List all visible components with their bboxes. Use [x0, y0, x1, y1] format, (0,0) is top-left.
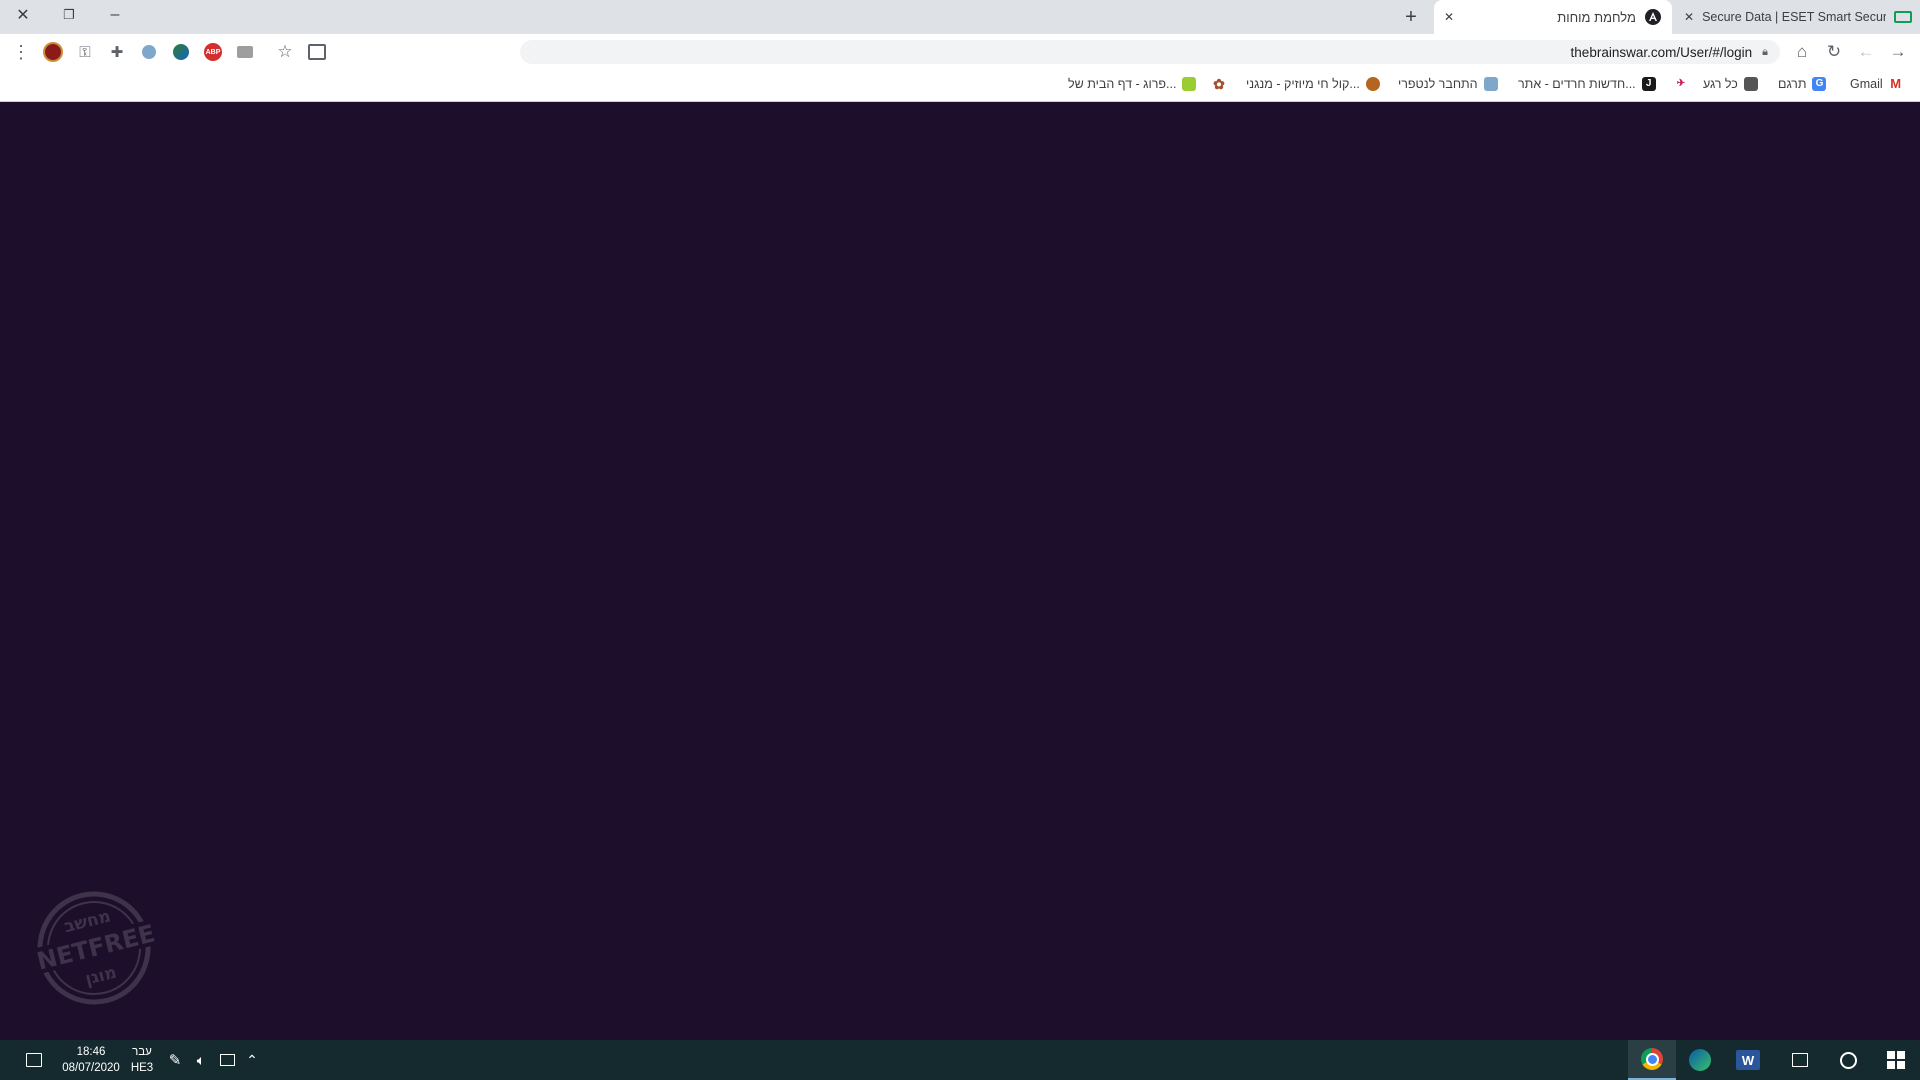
bookmark-kol-rega[interactable]: כל רגע — [1703, 74, 1758, 94]
puzzle-icon[interactable]: ✚ — [105, 40, 129, 64]
start-windows-icon[interactable] — [1872, 1040, 1920, 1080]
bookmark-label: חדשות חרדים - אתר... — [1518, 77, 1636, 91]
lang-top: עבר — [132, 1046, 152, 1058]
pen-icon[interactable]: ✎ — [162, 1040, 188, 1080]
reload-icon[interactable]: ↻ — [1822, 40, 1846, 64]
music-icon — [1365, 77, 1380, 91]
restore-icon: ❐ — [63, 7, 75, 22]
notification-center-icon[interactable] — [14, 1040, 54, 1080]
news-icon — [1743, 77, 1758, 91]
bookmark-label: Gmail — [1850, 77, 1883, 91]
image-extension-icon[interactable] — [233, 40, 257, 64]
forward-icon[interactable]: → — [1886, 40, 1910, 64]
minimize-icon: – — [110, 6, 120, 23]
restore-window-button[interactable]: ❐ — [46, 0, 92, 30]
chevron-up-icon[interactable]: ⌃ — [240, 1040, 264, 1080]
word-icon: W — [1736, 1050, 1760, 1070]
extension-avatar-icon[interactable] — [41, 40, 65, 64]
bookmark-netfree-login[interactable]: התחבר לנטפרי — [1398, 74, 1498, 94]
network-icon[interactable] — [214, 1040, 240, 1080]
key-icon[interactable]: ⚿ — [73, 40, 97, 64]
new-tab-button[interactable]: + — [1396, 0, 1426, 34]
home-icon[interactable]: ⌂ — [1790, 40, 1814, 64]
plus-icon: + — [1405, 5, 1417, 28]
edge-icon — [1689, 1049, 1711, 1071]
bookmark-jdn[interactable]: חדשות חרדים - אתר... J — [1518, 74, 1656, 94]
lock-icon: 🔒︎ — [1762, 45, 1768, 58]
taskbar-edge[interactable] — [1676, 1040, 1724, 1080]
battery-icon — [1894, 11, 1912, 23]
bookmark-logo-icon: ✈ — [1676, 78, 1686, 89]
volume-icon[interactable]: 🔈︎ — [188, 1040, 214, 1080]
language-indicator[interactable]: עבר HE3 — [126, 1040, 158, 1080]
taskbar-word[interactable]: W — [1724, 1040, 1772, 1080]
tab-eset[interactable]: ✕ Secure Data | ESET Smart Securit — [1676, 0, 1920, 34]
lang-bottom: HE3 — [130, 1062, 154, 1074]
cast-icon[interactable] — [305, 40, 329, 64]
url-text[interactable]: thebrainswar.com/User/#/login — [1571, 45, 1753, 60]
taskbar-chrome[interactable] — [1628, 1040, 1676, 1080]
menu-kebab-icon[interactable]: ⋮ — [9, 40, 33, 64]
chrome-icon — [1641, 1048, 1663, 1070]
bookmark-flower[interactable]: ✿ — [1212, 74, 1226, 94]
cortana-icon[interactable] — [1824, 1040, 1872, 1080]
angular-icon — [1645, 9, 1661, 25]
minimize-window-button[interactable]: – — [92, 0, 138, 30]
bookmark-label: קול חי מיוזיק - מנגני... — [1246, 77, 1360, 91]
jdn-icon: J — [1641, 77, 1656, 91]
address-bar[interactable]: thebrainswar.com/User/#/login 🔒︎ — [520, 40, 1780, 64]
translate-icon: G — [1812, 77, 1827, 91]
bookmark-prog[interactable]: פרוג - דף הבית של... — [1068, 74, 1197, 94]
netfree-watermark: מחשב NETFREE מוגן — [24, 891, 164, 1005]
bookmark-gmail[interactable]: Gmail M — [1850, 74, 1903, 94]
bookmark-logo[interactable]: ✈ — [1672, 74, 1690, 94]
clock[interactable]: 18:46 08/07/2020 — [52, 1040, 130, 1080]
bookmark-label: התחבר לנטפרי — [1398, 77, 1478, 91]
adblock-icon[interactable]: ABP — [201, 40, 225, 64]
task-view-icon[interactable] — [1776, 1040, 1824, 1080]
tab-title: Secure Data | ESET Smart Securit — [1702, 10, 1886, 24]
bookmark-kol-chai-music[interactable]: קול חי מיוזיק - מנגני... — [1246, 74, 1380, 94]
watermark-bottom-text: מוגן — [83, 963, 118, 990]
globe-extension-icon[interactable] — [169, 40, 193, 64]
clock-date: 08/07/2020 — [62, 1062, 120, 1074]
prog-icon — [1182, 77, 1197, 91]
bookmark-star-icon[interactable]: ☆ — [273, 40, 297, 64]
tab-close-icon[interactable]: ✕ — [1444, 10, 1454, 24]
bookmark-label: כל רגע — [1703, 77, 1738, 91]
netfree-icon — [1483, 77, 1498, 91]
netfree-extension-icon[interactable] — [137, 40, 161, 64]
clock-time: 18:46 — [76, 1046, 106, 1058]
tab-close-icon[interactable]: ✕ — [1684, 10, 1694, 24]
bookmark-translate[interactable]: תרגם G — [1778, 74, 1827, 94]
back-icon[interactable]: ← — [1854, 40, 1878, 64]
close-icon: ✕ — [16, 7, 30, 24]
gmail-icon: M — [1888, 76, 1903, 91]
tab-brainswar[interactable]: ✕ מלחמת מוחות — [1434, 0, 1672, 34]
bookmark-label: תרגם — [1778, 77, 1807, 91]
page-content — [0, 102, 1920, 1040]
flower-icon: ✿ — [1213, 76, 1225, 92]
close-window-button[interactable]: ✕ — [0, 0, 46, 30]
bookmark-label: פרוג - דף הבית של... — [1068, 77, 1177, 91]
tab-title: מלחמת מוחות — [1557, 9, 1636, 25]
